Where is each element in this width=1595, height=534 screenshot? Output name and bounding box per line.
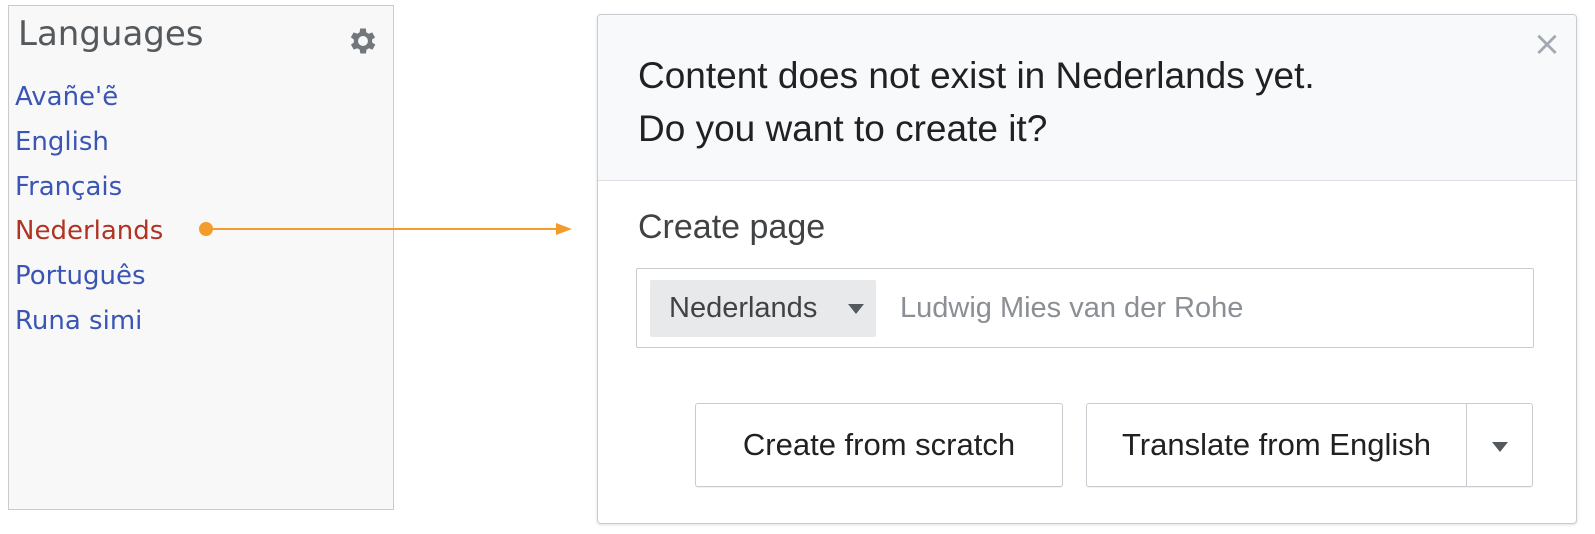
language-link-portugues[interactable]: Português [15, 254, 163, 299]
connector-arrow [199, 222, 572, 236]
translate-button-group: Translate from English [1086, 403, 1533, 487]
page-title-field: Nederlands [636, 268, 1534, 348]
create-from-scratch-button[interactable]: Create from scratch [695, 403, 1063, 487]
close-icon[interactable]: × [1532, 27, 1562, 61]
translate-options-button[interactable] [1467, 404, 1532, 486]
language-dropdown-value: Nederlands [669, 292, 818, 324]
language-link-nederlands[interactable]: Nederlands [15, 209, 163, 254]
language-link-avanee[interactable]: Avañe'ẽ [15, 75, 163, 120]
dialog-message: Content does not exist in Nederlands yet… [638, 49, 1518, 155]
languages-title: Languages [18, 14, 204, 54]
languages-list: Avañe'ẽ English Français Nederlands Port… [15, 75, 163, 344]
translate-from-english-button[interactable]: Translate from English [1087, 404, 1467, 486]
create-page-label: Create page [638, 208, 826, 246]
language-link-english[interactable]: English [15, 120, 163, 165]
gear-icon[interactable] [346, 24, 380, 58]
dialog-message-line1: Content does not exist in Nederlands yet… [638, 55, 1315, 96]
dialog-message-line2: Do you want to create it? [638, 108, 1048, 149]
language-link-runa-simi[interactable]: Runa simi [15, 299, 163, 344]
chevron-down-icon [1492, 442, 1508, 452]
page-title-input[interactable] [900, 280, 1520, 337]
create-page-dialog: Content does not exist in Nederlands yet… [597, 14, 1577, 524]
language-link-francais[interactable]: Français [15, 165, 163, 210]
language-dropdown[interactable]: Nederlands [650, 280, 876, 337]
chevron-down-icon [848, 304, 864, 314]
dialog-header: Content does not exist in Nederlands yet… [598, 15, 1576, 181]
languages-panel: Languages Avañe'ẽ English Français Neder… [8, 5, 394, 510]
